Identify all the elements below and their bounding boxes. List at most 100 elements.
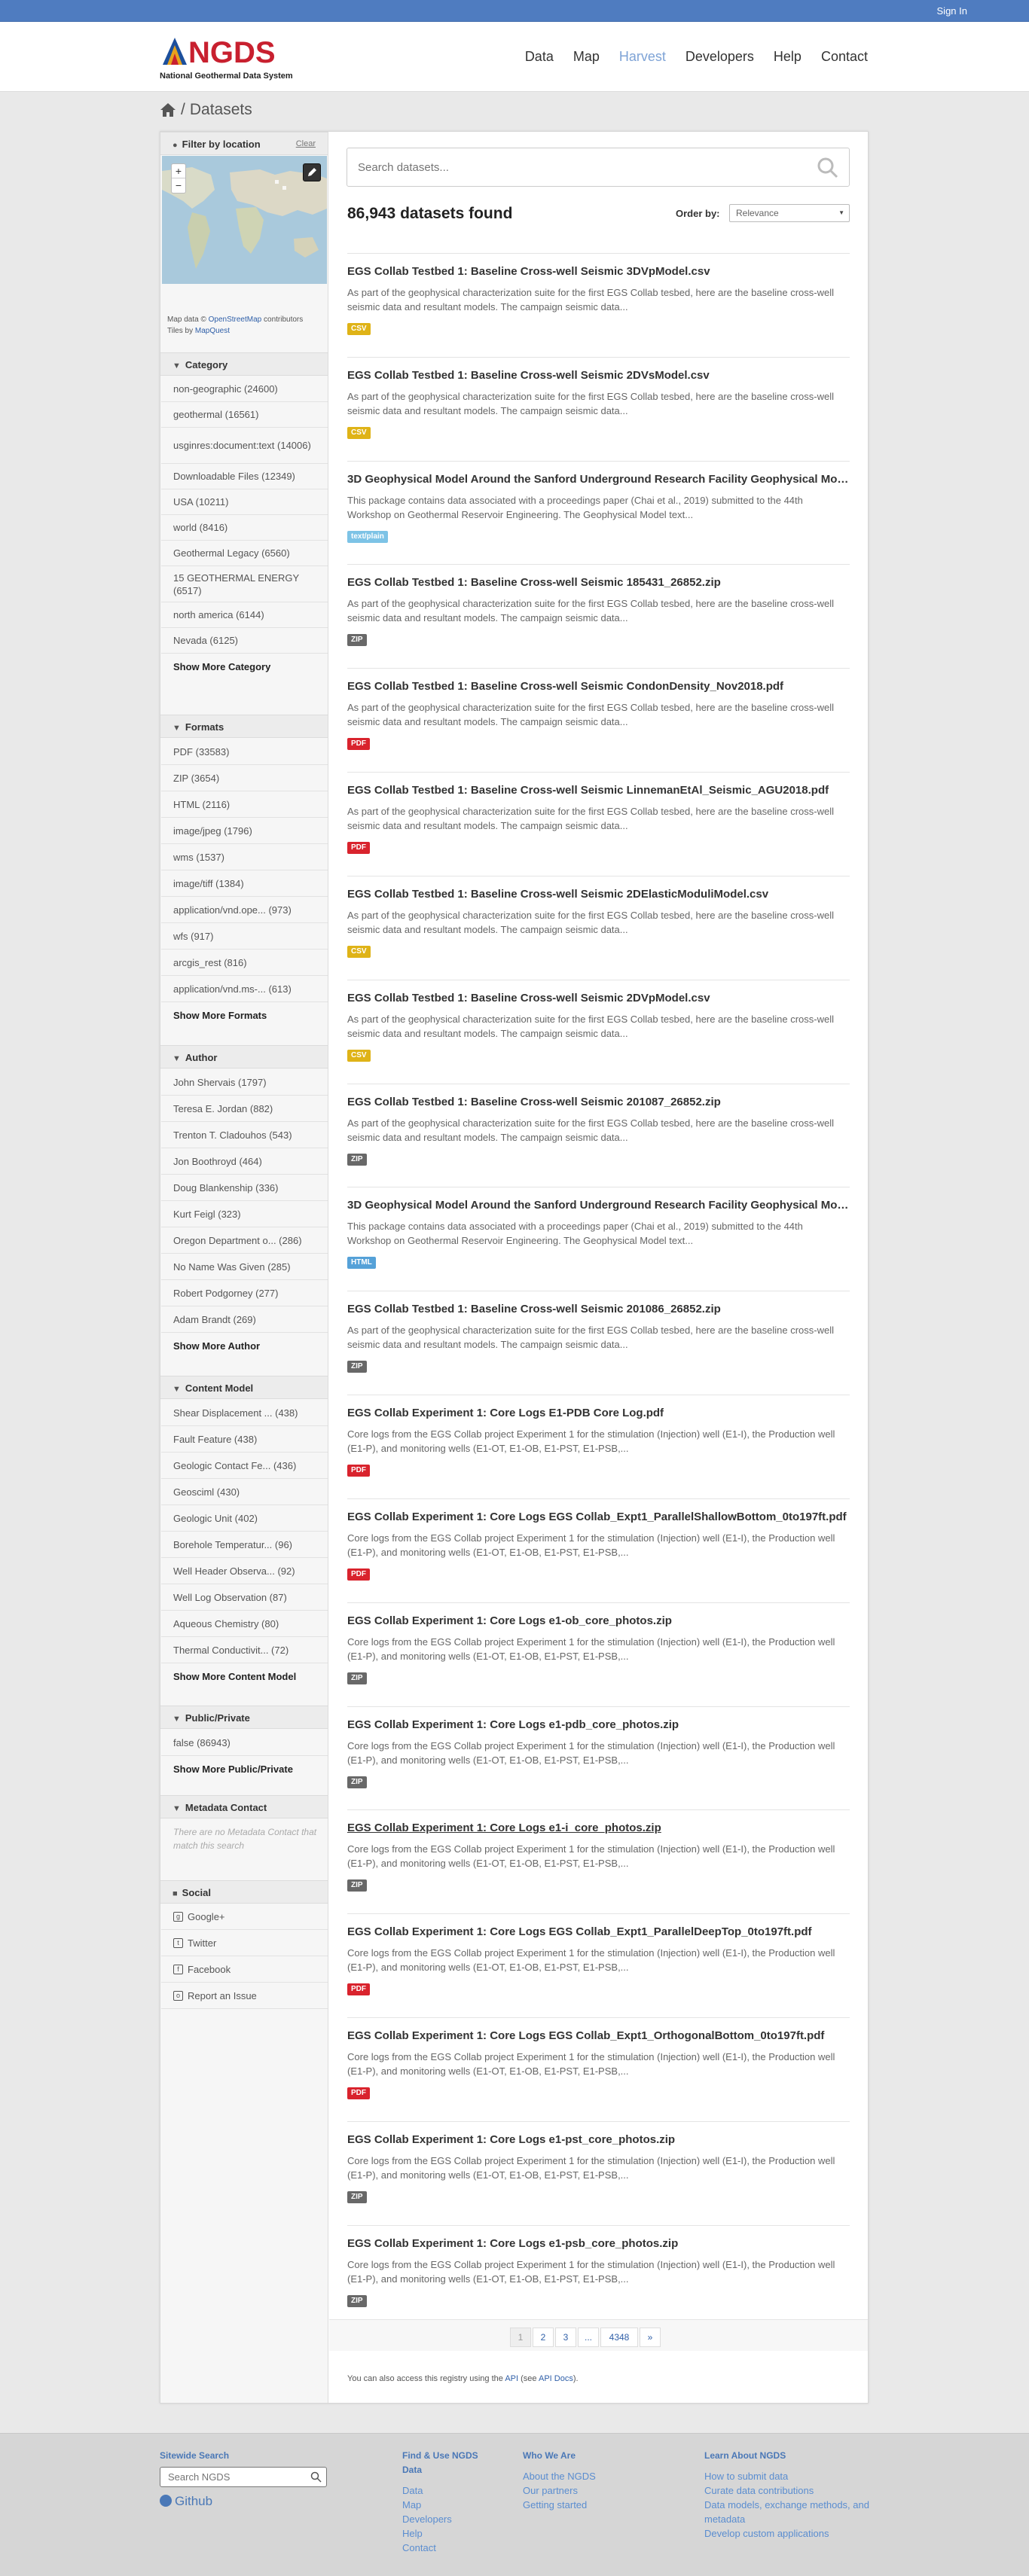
result-title-link[interactable]: EGS Collab Testbed 1: Baseline Cross-wel… bbox=[347, 576, 850, 589]
facet-item[interactable]: wfs (917) bbox=[161, 923, 328, 950]
facet-item[interactable]: Jon Boothroyd (464) bbox=[161, 1148, 328, 1175]
social-link[interactable]: g Google+ bbox=[161, 1904, 328, 1930]
public-private-show-more[interactable]: Show More Public/Private bbox=[173, 1764, 293, 1775]
facet-item[interactable]: Downloadable Files (12349) bbox=[161, 464, 328, 489]
formats-show-more[interactable]: Show More Formats bbox=[173, 1010, 267, 1021]
facet-item[interactable]: north america (6144) bbox=[161, 602, 328, 628]
facet-item[interactable]: Geologic Unit (402) bbox=[161, 1505, 328, 1532]
format-badge[interactable]: ZIP bbox=[347, 1776, 367, 1788]
format-badge[interactable]: ZIP bbox=[347, 2295, 367, 2307]
page-link[interactable]: 1 bbox=[510, 2328, 531, 2347]
result-title-link[interactable]: EGS Collab Testbed 1: Baseline Cross-wel… bbox=[347, 369, 850, 382]
result-title-link[interactable]: EGS Collab Experiment 1: Core Logs e1-i_… bbox=[347, 1821, 850, 1834]
page-link[interactable]: ... bbox=[578, 2328, 599, 2347]
facet-item[interactable]: Aqueous Chemistry (80) bbox=[161, 1611, 328, 1637]
facet-item[interactable]: HTML (2116) bbox=[161, 791, 328, 818]
footer-link-partners[interactable]: Our partners bbox=[523, 2483, 658, 2498]
format-badge[interactable]: CSV bbox=[347, 427, 371, 439]
facet-item[interactable]: Well Header Observa... (92) bbox=[161, 1558, 328, 1584]
facet-item[interactable]: USA (10211) bbox=[161, 489, 328, 515]
facet-item[interactable]: Well Log Observation (87) bbox=[161, 1584, 328, 1611]
nav-map[interactable]: Map bbox=[573, 49, 600, 65]
result-title-link[interactable]: EGS Collab Experiment 1: Core Logs EGS C… bbox=[347, 1511, 850, 1523]
footer-link-about[interactable]: About the NGDS bbox=[523, 2469, 658, 2483]
nav-harvest[interactable]: Harvest bbox=[619, 49, 666, 65]
facet-item[interactable]: Geothermal Legacy (6560) bbox=[161, 541, 328, 566]
format-badge[interactable]: PDF bbox=[347, 842, 370, 854]
result-title-link[interactable]: EGS Collab Experiment 1: Core Logs E1-PD… bbox=[347, 1407, 850, 1419]
result-title-link[interactable]: EGS Collab Experiment 1: Core Logs e1-pd… bbox=[347, 1718, 850, 1731]
result-title-link[interactable]: EGS Collab Experiment 1: Core Logs EGS C… bbox=[347, 1925, 850, 1938]
footer-search-input[interactable] bbox=[168, 2471, 296, 2483]
facet-item[interactable]: world (8416) bbox=[161, 515, 328, 541]
format-badge[interactable]: text/plain bbox=[347, 531, 388, 543]
facet-item[interactable]: application/vnd.ope... (973) bbox=[161, 897, 328, 923]
result-title-link[interactable]: EGS Collab Experiment 1: Core Logs e1-ob… bbox=[347, 1614, 850, 1627]
facet-item[interactable]: Robert Podgorney (277) bbox=[161, 1280, 328, 1306]
page-link[interactable]: » bbox=[640, 2328, 661, 2347]
footer-link-submit[interactable]: How to submit data bbox=[704, 2469, 870, 2483]
facet-item[interactable]: Borehole Temperatur... (96) bbox=[161, 1532, 328, 1558]
page-link[interactable]: 3 bbox=[555, 2328, 576, 2347]
facet-item[interactable]: Doug Blankenship (336) bbox=[161, 1175, 328, 1201]
footer-link-help[interactable]: Help bbox=[402, 2526, 500, 2541]
footer-link-data-models[interactable]: Data models, exchange methods, and metad… bbox=[704, 2498, 870, 2526]
result-title-link[interactable]: EGS Collab Testbed 1: Baseline Cross-wel… bbox=[347, 265, 850, 278]
facet-item[interactable]: Nevada (6125) bbox=[161, 628, 328, 654]
facet-item[interactable]: wms (1537) bbox=[161, 844, 328, 870]
format-badge[interactable]: ZIP bbox=[347, 1361, 367, 1373]
content-model-show-more[interactable]: Show More Content Model bbox=[173, 1671, 296, 1682]
github-link[interactable]: Github bbox=[160, 2494, 212, 2509]
facet-item[interactable]: ZIP (3654) bbox=[161, 765, 328, 791]
clear-location-link[interactable]: Clear bbox=[296, 139, 316, 148]
zoom-in-button[interactable]: + bbox=[172, 164, 185, 178]
format-badge[interactable]: ZIP bbox=[347, 2191, 367, 2203]
footer-link-data[interactable]: Data bbox=[402, 2483, 500, 2498]
result-title-link[interactable]: EGS Collab Experiment 1: Core Logs e1-ps… bbox=[347, 2133, 850, 2146]
result-title-link[interactable]: EGS Collab Testbed 1: Baseline Cross-wel… bbox=[347, 888, 850, 901]
format-badge[interactable]: PDF bbox=[347, 1983, 370, 1995]
facet-item[interactable]: PDF (33583) bbox=[161, 739, 328, 765]
api-link[interactable]: API bbox=[505, 2374, 518, 2383]
format-badge[interactable]: CSV bbox=[347, 323, 371, 335]
format-badge[interactable]: PDF bbox=[347, 738, 370, 750]
facet-item[interactable]: application/vnd.ms-... (613) bbox=[161, 976, 328, 1002]
format-badge[interactable]: CSV bbox=[347, 1050, 371, 1062]
facet-item[interactable]: Adam Brandt (269) bbox=[161, 1306, 328, 1333]
facet-item[interactable]: usginres:document:text (14006) bbox=[161, 428, 328, 464]
format-badge[interactable]: PDF bbox=[347, 1568, 370, 1581]
facet-item[interactable]: image/jpeg (1796) bbox=[161, 818, 328, 844]
sign-in-link[interactable]: Sign In bbox=[937, 5, 967, 17]
facet-item[interactable]: Oregon Department o... (286) bbox=[161, 1227, 328, 1254]
facet-item[interactable]: Teresa E. Jordan (882) bbox=[161, 1096, 328, 1122]
facet-item[interactable]: 15 GEOTHERMAL ENERGY (6517) bbox=[161, 566, 328, 602]
facet-item[interactable]: Geologic Contact Fe... (436) bbox=[161, 1453, 328, 1479]
category-show-more[interactable]: Show More Category bbox=[173, 661, 270, 672]
format-badge[interactable]: ZIP bbox=[347, 1154, 367, 1166]
result-title-link[interactable]: EGS Collab Testbed 1: Baseline Cross-wel… bbox=[347, 992, 850, 1004]
nav-contact[interactable]: Contact bbox=[821, 49, 868, 65]
facet-item[interactable]: Kurt Feigl (323) bbox=[161, 1201, 328, 1227]
footer-link-custom-apps[interactable]: Develop custom applications bbox=[704, 2526, 870, 2541]
footer-link-developers[interactable]: Developers bbox=[402, 2512, 500, 2526]
facet-item[interactable]: image/tiff (1384) bbox=[161, 870, 328, 897]
facet-item[interactable]: Thermal Conductivit... (72) bbox=[161, 1637, 328, 1663]
facet-item[interactable]: Shear Displacement ... (438) bbox=[161, 1400, 328, 1426]
format-badge[interactable]: PDF bbox=[347, 1465, 370, 1477]
nav-help[interactable]: Help bbox=[774, 49, 802, 65]
facet-item[interactable]: Geosciml (430) bbox=[161, 1479, 328, 1505]
facet-item[interactable]: arcgis_rest (816) bbox=[161, 950, 328, 976]
author-show-more[interactable]: Show More Author bbox=[173, 1340, 260, 1352]
facet-item[interactable]: false (86943) bbox=[161, 1730, 328, 1756]
social-link[interactable]: f Facebook bbox=[161, 1956, 328, 1983]
nav-developers[interactable]: Developers bbox=[685, 49, 754, 65]
page-link[interactable]: 4348 bbox=[600, 2328, 638, 2347]
nav-data[interactable]: Data bbox=[525, 49, 554, 65]
openstreetmap-link[interactable]: OpenStreetMap bbox=[209, 316, 262, 324]
facet-item[interactable]: Trenton T. Cladouhos (543) bbox=[161, 1122, 328, 1148]
result-title-link[interactable]: EGS Collab Experiment 1: Core Logs e1-ps… bbox=[347, 2237, 850, 2250]
facet-item[interactable]: geothermal (16561) bbox=[161, 402, 328, 428]
facet-item[interactable]: non-geographic (24600) bbox=[161, 376, 328, 402]
social-link[interactable]: o Report an Issue bbox=[161, 1983, 328, 2009]
facet-item[interactable]: Fault Feature (438) bbox=[161, 1426, 328, 1453]
